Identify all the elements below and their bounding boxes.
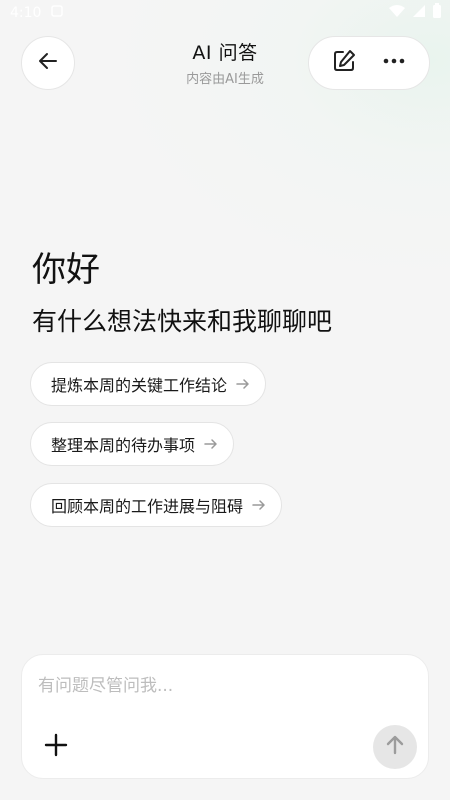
suggestion-chip[interactable]: 提炼本周的关键工作结论 bbox=[30, 362, 267, 406]
signal-icon bbox=[412, 4, 426, 22]
status-right bbox=[388, 3, 442, 23]
plus-icon bbox=[43, 732, 69, 762]
question-input[interactable] bbox=[38, 669, 408, 703]
arrow-right-icon bbox=[251, 497, 267, 513]
status-time: 4:10 bbox=[10, 5, 42, 21]
suggestion-label: 提炼本周的关键工作结论 bbox=[51, 376, 228, 395]
greeting-tagline: 有什么想法快来和我聊聊吧 bbox=[32, 307, 333, 336]
greeting-heading: 你好 bbox=[32, 250, 100, 290]
suggestion-label: 整理本周的待办事项 bbox=[51, 436, 196, 455]
arrow-right-icon bbox=[235, 376, 251, 392]
wifi-icon bbox=[388, 4, 406, 22]
edit-icon bbox=[331, 48, 357, 78]
more-button[interactable] bbox=[374, 43, 414, 83]
arrow-up-icon bbox=[383, 733, 407, 761]
header-actions bbox=[308, 36, 430, 90]
battery-icon bbox=[432, 3, 442, 23]
more-horizontal-icon bbox=[381, 48, 407, 78]
edit-button[interactable] bbox=[324, 43, 364, 83]
notification-icon bbox=[51, 5, 64, 21]
status-left: 4:10 bbox=[10, 5, 64, 21]
suggestion-chip[interactable]: 回顾本周的工作进展与阻碍 bbox=[30, 483, 283, 527]
suggestion-chip[interactable]: 整理本周的待办事项 bbox=[30, 422, 235, 466]
arrow-right-icon bbox=[203, 436, 219, 452]
add-attachment-button[interactable] bbox=[36, 727, 76, 767]
composer bbox=[21, 654, 429, 779]
suggestion-label: 回顾本周的工作进展与阻碍 bbox=[51, 497, 244, 516]
status-bar: 4:10 bbox=[0, 0, 450, 26]
send-button[interactable] bbox=[373, 725, 417, 769]
